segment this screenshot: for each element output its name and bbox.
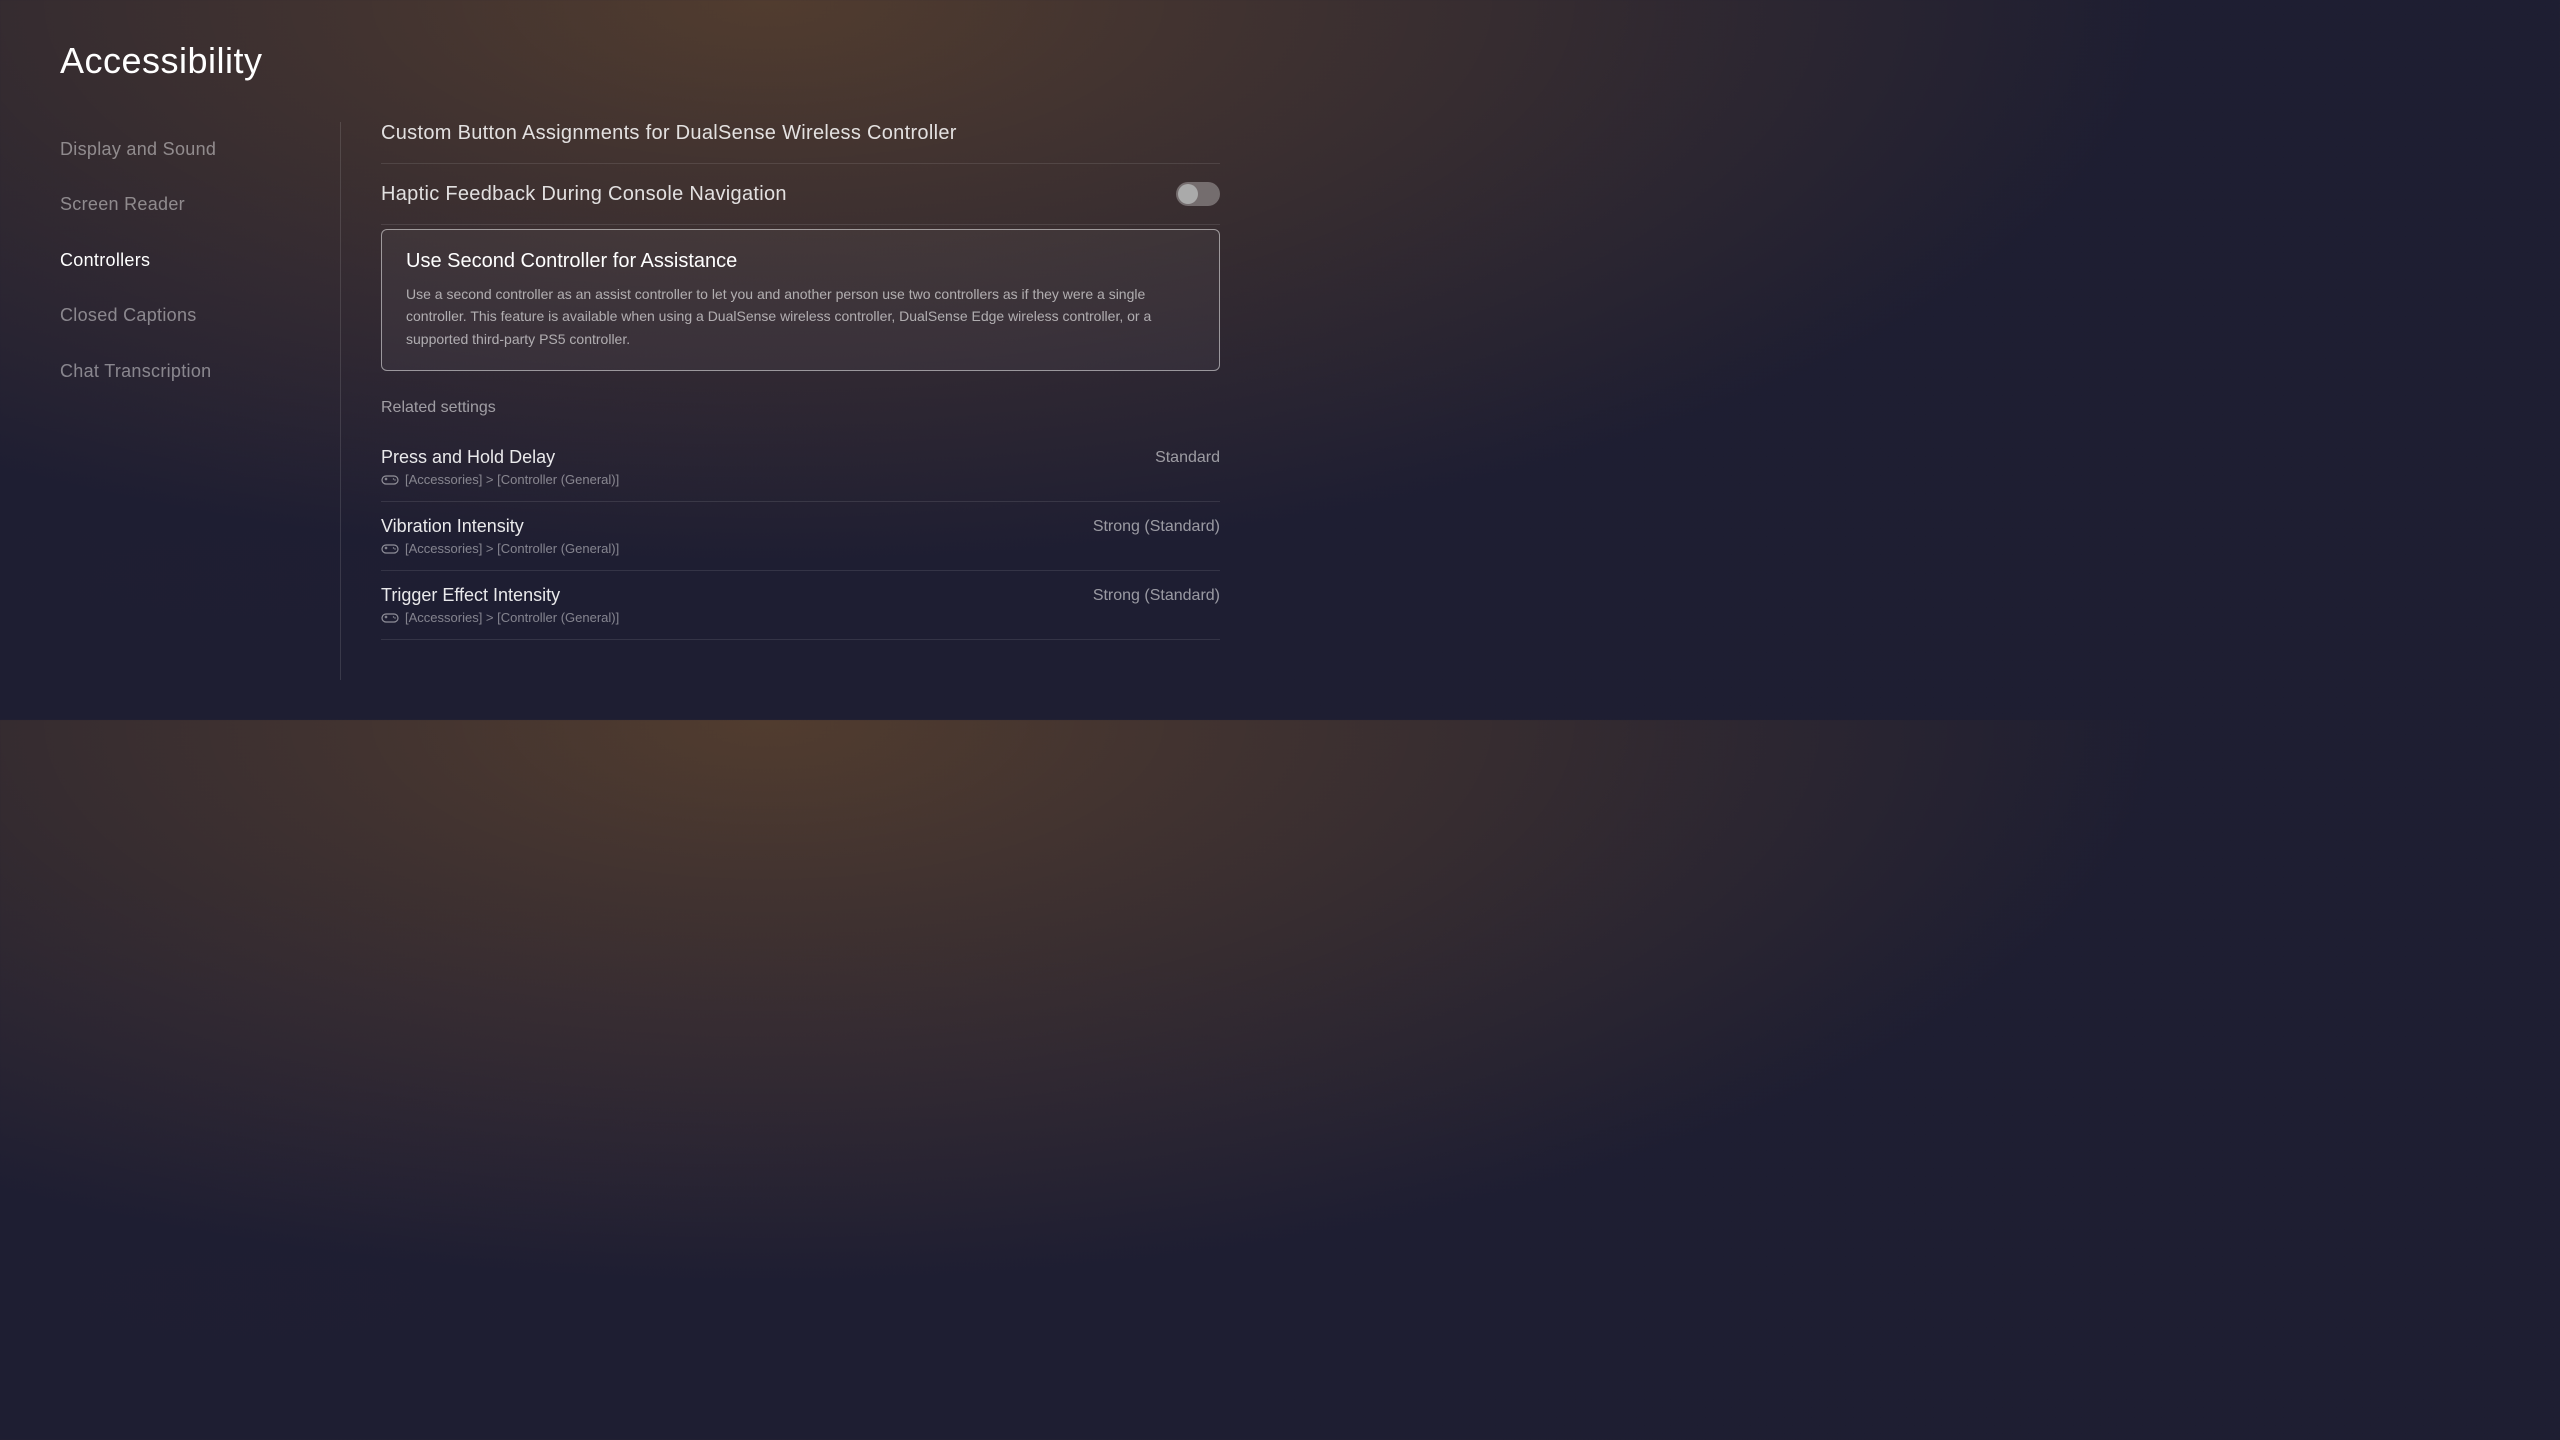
sidebar-item-screen-reader[interactable]: Screen Reader	[60, 177, 320, 232]
related-item-press-hold-delay[interactable]: Press and Hold Delay [Accessories] > [Co…	[381, 433, 1220, 502]
sidebar-item-chat-transcription[interactable]: Chat Transcription	[60, 344, 320, 399]
content-area: Display and SoundScreen ReaderController…	[60, 122, 1220, 680]
menu-item-custom-button-assignments[interactable]: Custom Button Assignments for DualSense …	[381, 122, 1220, 164]
page-container: Accessibility Display and SoundScreen Re…	[0, 0, 1280, 720]
related-item-path-press-hold-delay: [Accessories] > [Controller (General)]	[381, 472, 619, 487]
sidebar-item-display-sound[interactable]: Display and Sound	[60, 122, 320, 177]
related-item-value-trigger-effect-intensity: Strong (Standard)	[1093, 587, 1220, 605]
related-item-value-press-hold-delay: Standard	[1155, 449, 1220, 467]
related-item-value-vibration-intensity: Strong (Standard)	[1093, 518, 1220, 536]
controller-icon	[381, 542, 399, 555]
selected-card-description: Use a second controller as an assist con…	[406, 283, 1195, 350]
related-item-trigger-effect-intensity[interactable]: Trigger Effect Intensity [Accessories] >…	[381, 571, 1220, 640]
sidebar: Display and SoundScreen ReaderController…	[60, 122, 340, 680]
selected-card-title: Use Second Controller for Assistance	[406, 250, 1195, 273]
sidebar-item-controllers[interactable]: Controllers	[60, 233, 320, 288]
menu-item-title-haptic-feedback: Haptic Feedback During Console Navigatio…	[381, 183, 787, 206]
related-item-title-press-hold-delay: Press and Hold Delay	[381, 447, 619, 468]
related-item-vibration-intensity[interactable]: Vibration Intensity [Accessories] > [Con…	[381, 502, 1220, 571]
related-item-path-trigger-effect-intensity: [Accessories] > [Controller (General)]	[381, 610, 619, 625]
controller-icon	[381, 473, 399, 486]
menu-item-haptic-feedback[interactable]: Haptic Feedback During Console Navigatio…	[381, 164, 1220, 225]
sidebar-item-closed-captions[interactable]: Closed Captions	[60, 288, 320, 343]
related-item-title-vibration-intensity: Vibration Intensity	[381, 516, 619, 537]
menu-item-title-custom-button-assignments: Custom Button Assignments for DualSense …	[381, 122, 957, 145]
related-item-title-trigger-effect-intensity: Trigger Effect Intensity	[381, 585, 619, 606]
toggle-haptic-feedback[interactable]	[1176, 182, 1220, 206]
main-content: Custom Button Assignments for DualSense …	[340, 122, 1220, 680]
related-item-path-vibration-intensity: [Accessories] > [Controller (General)]	[381, 541, 619, 556]
page-title: Accessibility	[60, 40, 1220, 82]
controller-icon	[381, 611, 399, 624]
selected-card[interactable]: Use Second Controller for Assistance Use …	[381, 229, 1220, 371]
related-settings-label: Related settings	[381, 399, 1220, 417]
